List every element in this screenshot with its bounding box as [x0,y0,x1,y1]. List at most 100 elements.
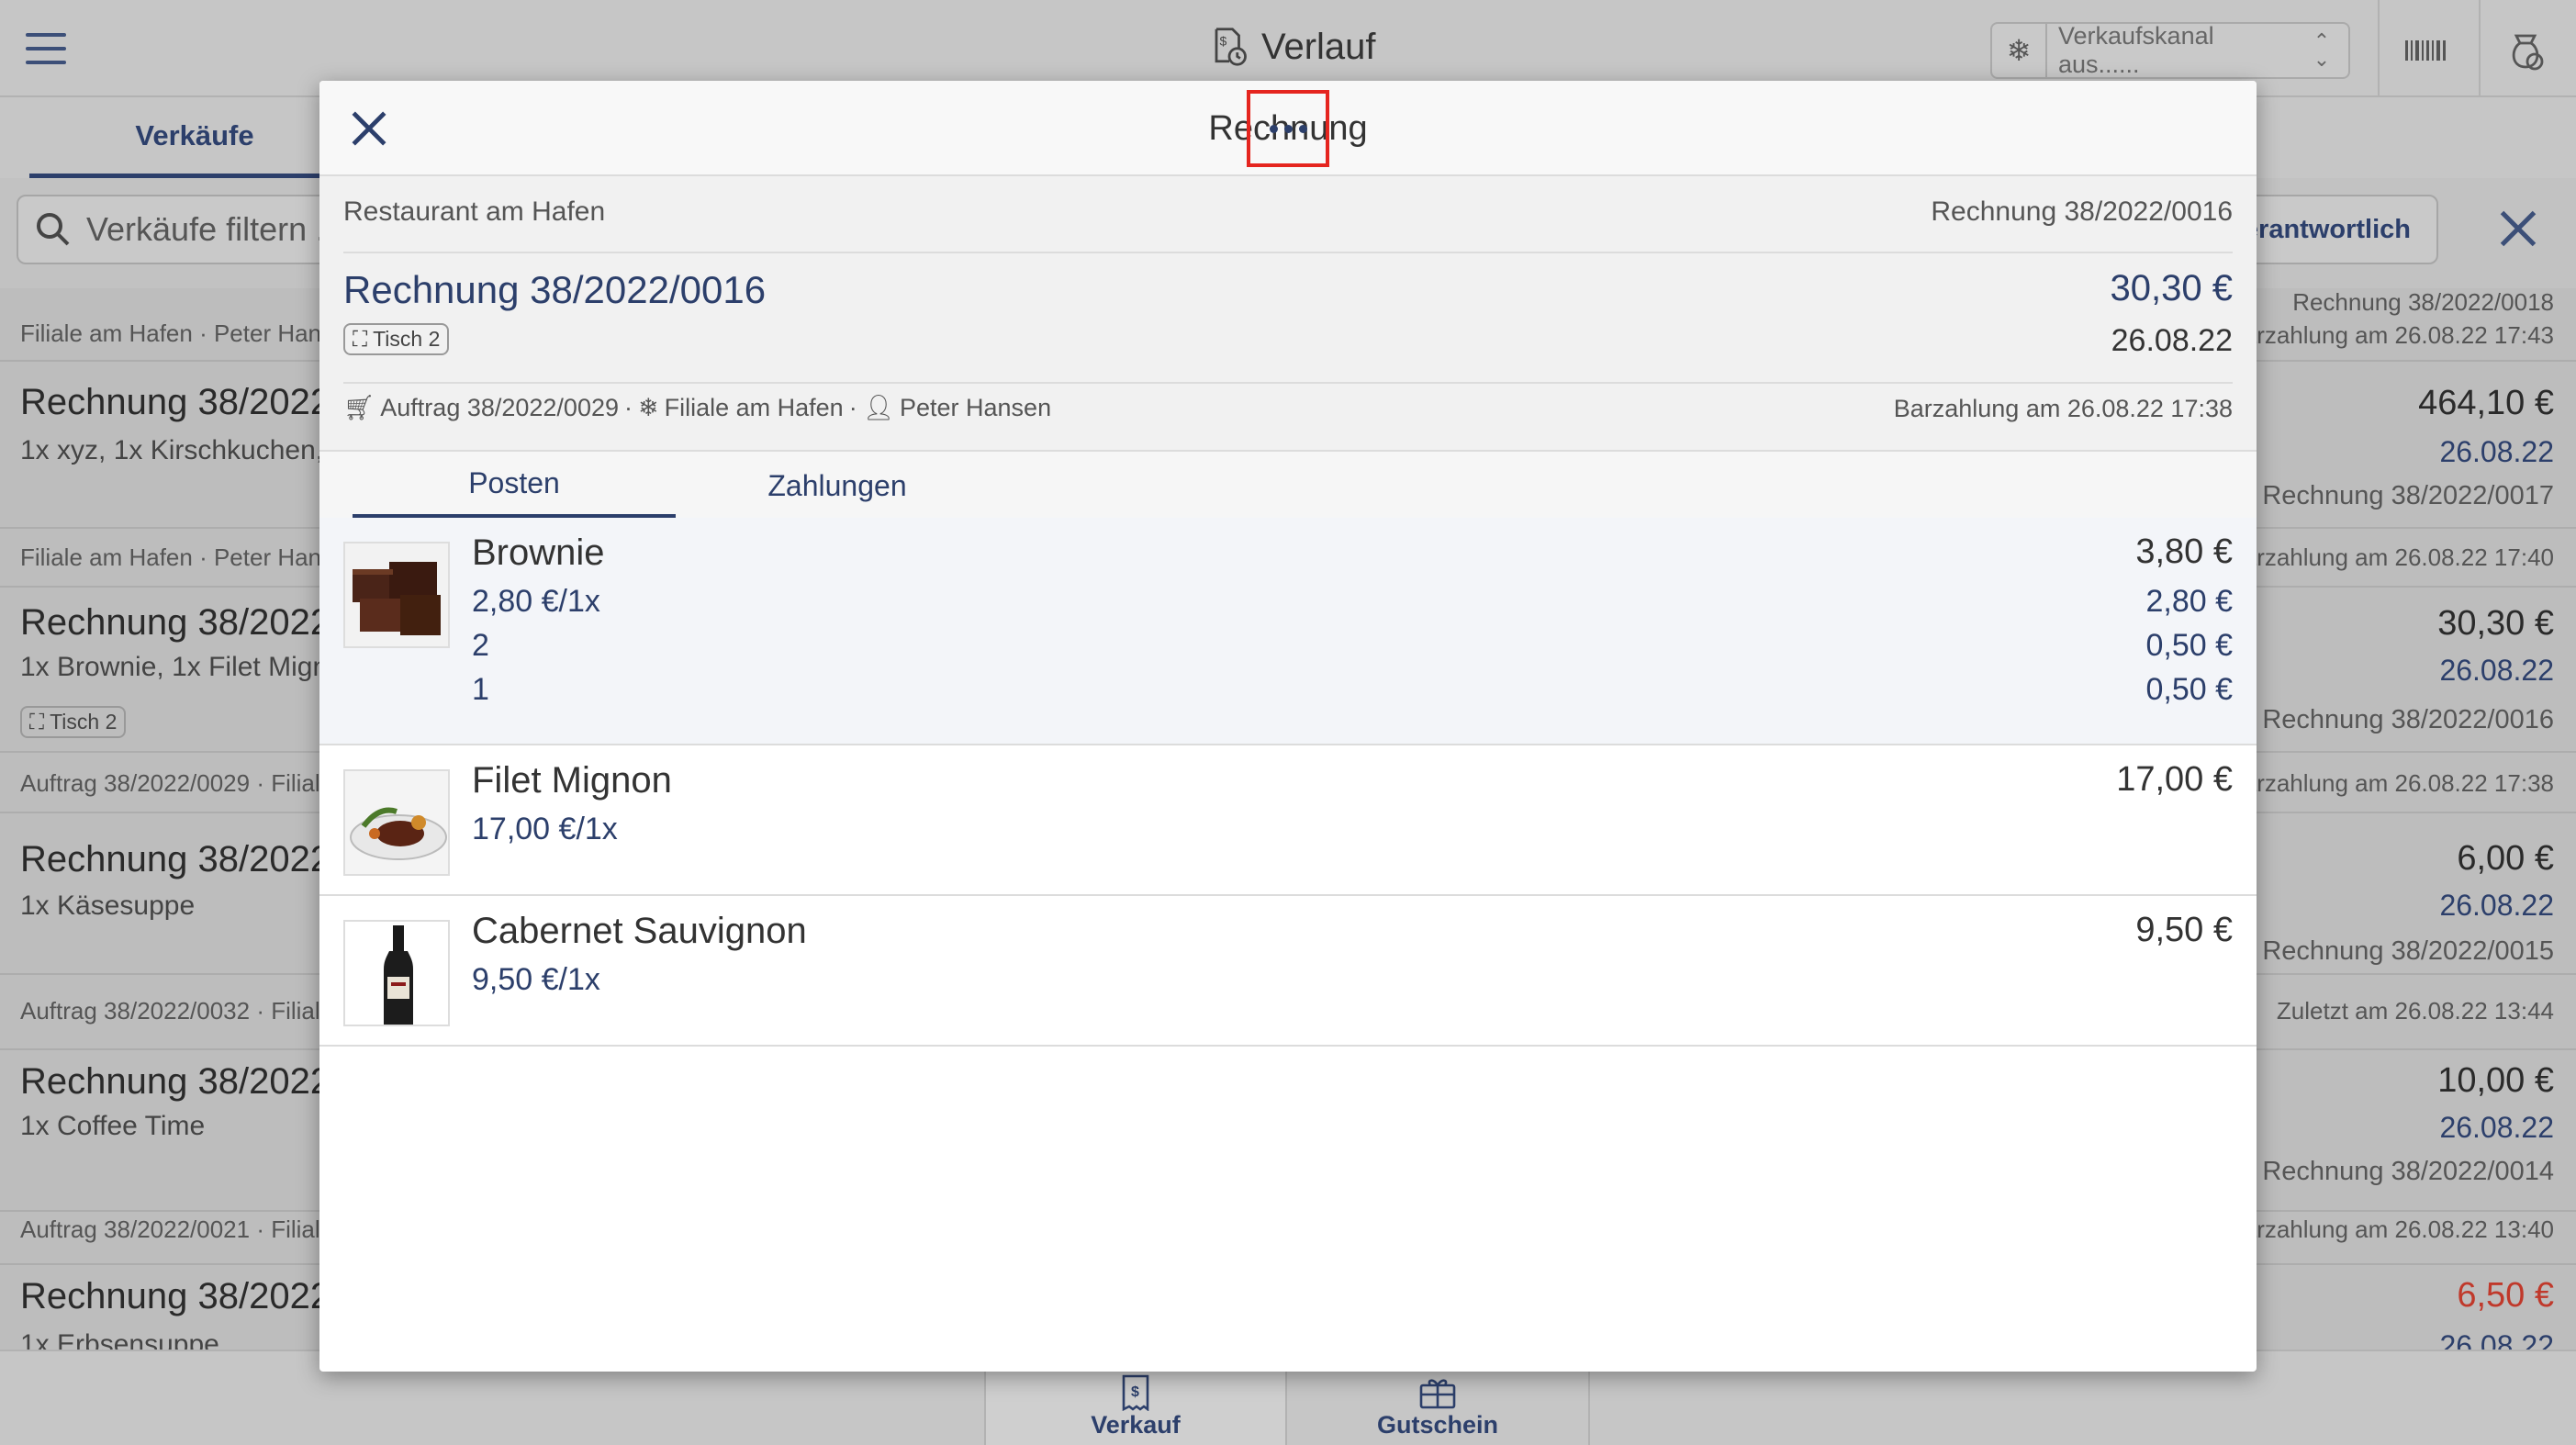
row-amount: 6,00 € [2457,839,2554,878]
invoice-title: Rechnung 38/2022/0016 [343,268,767,311]
item-detail-amount: 2,80 € [2145,584,2233,619]
row-subtitle: 1x Coffee Time [20,1111,206,1141]
invoice-info: Restaurant am Hafen Rechnung 38/2022/001… [319,176,2257,520]
invoice-item[interactable]: Filet Mignon 17,00 € 17,00 €/1x [319,745,2257,896]
more-dot [1283,124,1293,133]
invoice-item[interactable]: Brownie 3,80 € 2,80 €/1x 2 1 2,80 € 0,50… [319,518,2257,745]
table-icon: ⛶ [353,327,368,351]
item-price: 9,50 € [2135,911,2233,949]
item-unit-price: 17,00 €/1x [472,812,618,846]
app-title: $ Verlauf [1210,26,1376,68]
row-date: 26.08.22 [2439,1111,2554,1144]
menu-icon[interactable] [26,33,66,64]
table-tag-label: Tisch 2 [373,327,441,351]
invoice-meta: 🛒︎ Auftrag 38/2022/0029 · ❄ Filiale am H… [343,393,1051,422]
branch-icon: ❄ [638,393,659,421]
item-detail-amount: 0,50 € [2145,672,2233,707]
row-date: 26.08.22 [2439,435,2554,468]
item-price: 3,80 € [2135,532,2233,571]
row-date: 26.08.22 [2439,654,2554,687]
item-name: Brownie [472,532,605,573]
close-icon[interactable] [347,106,391,151]
item-detail-amount: 0,50 € [2145,628,2233,663]
separator: · [624,393,633,421]
row-meta: Filiale am Hafen · Peter Hansen [20,319,360,347]
row-meta-right: Barzahlung am 26.08.22 17:43 [2227,321,2554,349]
more-options-button[interactable] [1247,90,1329,167]
table-tag: ⛶ Tisch 2 [20,705,127,738]
tab-payments[interactable]: Zahlungen [676,452,999,520]
svg-text:$: $ [1220,33,1227,48]
table-icon: ⛶ [29,710,45,734]
branch-name: Filiale am Hafen [664,393,844,421]
table-tag: ⛶ Tisch 2 [343,323,450,355]
person-icon: 👤︎ [862,394,894,421]
sales-channel-select[interactable]: ❄ Verkaufskanal aus...... ⌃ ⌄ [1990,22,2350,79]
app-title-text: Verlauf [1261,26,1376,67]
row-meta-right: Barzahlung am 26.08.22 17:38 [2227,769,2554,797]
row-amount: 30,30 € [2437,604,2554,643]
item-name: Filet Mignon [472,760,672,801]
row-meta-right: Barzahlung am 26.08.22 17:40 [2227,543,2554,571]
store-name: Restaurant am Hafen [343,196,606,227]
item-unit-price: 9,50 €/1x [472,962,600,997]
cart-icon: 🛒︎ [343,394,375,421]
sales-filter-placeholder: Verkäufe filtern ... [86,210,344,248]
branch-icon: ❄ [1992,24,2047,77]
cash-bag-icon[interactable] [2501,28,2550,73]
row-date: 26.08.22 [2439,1329,2554,1350]
tab-sales[interactable]: Verkäufe [29,97,360,178]
table-tag-label: Tisch 2 [50,710,118,734]
divider [343,252,2233,253]
row-invoice: Rechnung 38/2022/0017 [2262,481,2554,510]
search-icon [37,213,70,246]
separator: · [848,393,857,421]
person-name: Peter Hansen [899,393,1052,421]
row-subtitle: 1x Brownie, 1x Filet Mignon [20,652,359,682]
payment-info: Barzahlung am 26.08.22 17:38 [1893,395,2233,422]
nav-sale-label: Verkauf [1091,1411,1181,1439]
voucher-icon [1419,1379,1456,1409]
row-meta-right: Rechnung 38/2022/0018 [2292,288,2554,316]
row-date: 26.08.22 [2439,889,2554,922]
receipt-icon: $ [1122,1374,1149,1411]
order-number: Auftrag 38/2022/0029 [380,393,619,421]
row-meta: Filiale am Hafen · Peter Hansen [20,543,360,571]
row-amount: 6,50 € [2457,1276,2554,1315]
row-amount: 464,10 € [2418,384,2554,422]
more-dot [1298,124,1307,133]
divider [343,382,2233,384]
chevron-updown-icon: ⌃ ⌄ [2313,29,2331,71]
barcode-icon[interactable] [2401,28,2450,73]
divider [2378,0,2380,97]
row-meta-right: Barzahlung am 26.08.22 13:40 [2227,1215,2554,1243]
tab-items[interactable]: Posten [353,452,676,520]
row-subtitle: 1x Käsesuppe [20,891,196,921]
invoice-reference: Rechnung 38/2022/0016 [1931,196,2233,227]
item-name: Cabernet Sauvignon [472,911,807,951]
divider [2479,0,2481,97]
row-invoice: Rechnung 38/2022/0016 [2262,705,2554,734]
sales-channel-placeholder: Verkaufskanal aus...... [2058,22,2214,78]
item-price: 17,00 € [2116,760,2233,799]
item-detail: 1 [472,672,489,707]
row-invoice: Rechnung 38/2022/0015 [2262,936,2554,966]
row-meta-right: Zuletzt am 26.08.22 13:44 [2276,997,2554,1025]
filet-mignon-image [343,769,450,876]
invoice-date: 26.08.22 [2111,323,2233,358]
more-dot [1269,124,1278,133]
invoice-modal: Rechnung Restaurant am Hafen Rechnung 38… [319,81,2257,1372]
nav-voucher-label: Gutschein [1376,1411,1499,1439]
row-invoke: Rechnung 38/2022/0014 [2262,1157,2554,1186]
svg-text:$: $ [1131,1384,1139,1400]
invoice-item[interactable]: Cabernet Sauvignon 9,50 € 9,50 €/1x [319,896,2257,1047]
brownie-image [343,542,450,648]
modal-tabs: Posten Zahlungen [319,450,2257,520]
row-amount: 10,00 € [2437,1061,2554,1100]
item-detail: 2 [472,628,489,663]
item-unit-price: 2,80 €/1x [472,584,600,619]
history-icon: $ [1215,28,1247,66]
invoice-total: 30,30 € [2110,268,2233,308]
close-icon[interactable] [2495,206,2541,252]
row-subtitle: 1x Erbsensuppe [20,1329,219,1350]
